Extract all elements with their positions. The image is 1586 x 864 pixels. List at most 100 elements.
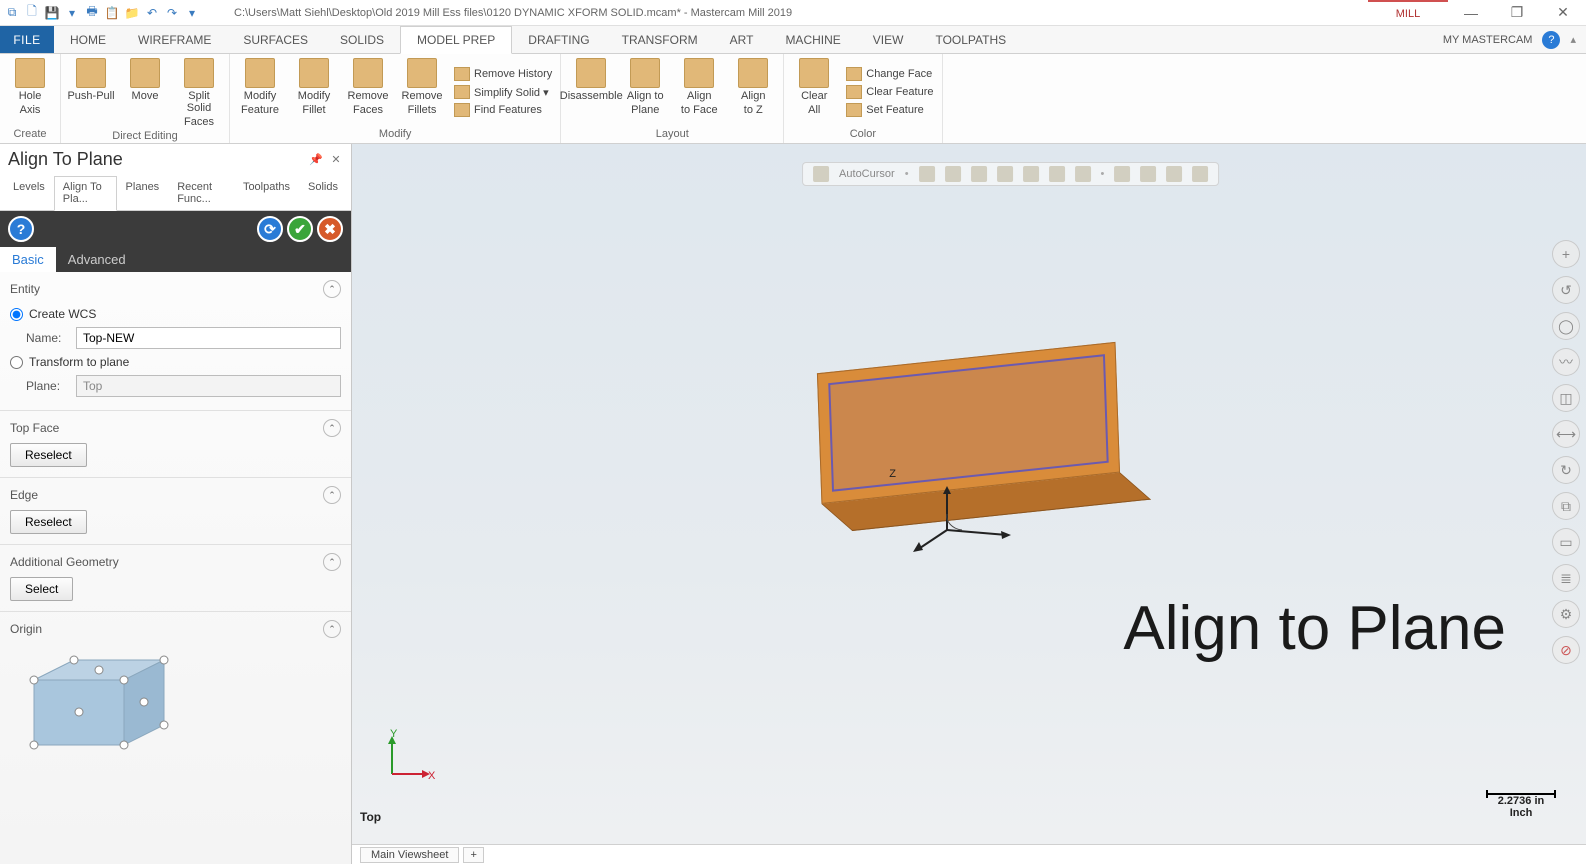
tab-art[interactable]: ART [714,26,770,53]
minimize-button[interactable]: — [1448,0,1494,26]
remove-faces-button[interactable]: RemoveFaces [344,58,392,126]
panel-help-button[interactable]: ? [8,216,34,242]
gear-icon[interactable]: ⚙ [1552,600,1580,628]
panel-tab-toolpaths[interactable]: Toolpaths [234,176,299,210]
change-face-button[interactable]: Change Face [844,66,935,82]
origin-picker[interactable] [14,650,174,760]
set-feature-button[interactable]: Set Feature [844,102,935,118]
transform-to-plane-radio[interactable] [10,356,23,369]
cursor-icon[interactable] [813,166,829,182]
hole-axis-button[interactable]: HoleAxis [6,58,54,126]
disassemble-button[interactable]: Disassemble [567,58,615,126]
new-icon[interactable]: 🗋 [24,5,40,21]
simplify-solid-button[interactable]: Simplify Solid ▾ [452,84,554,100]
select-tool-icon[interactable] [971,166,987,182]
align-to-plane-button[interactable]: Align toPlane [621,58,669,126]
select-tool-icon[interactable] [1192,166,1208,182]
tab-wireframe[interactable]: WIREFRAME [122,26,227,53]
panel-apply-button[interactable]: ⟳ [257,216,283,242]
delete-icon[interactable]: ⊘ [1552,636,1580,664]
tab-toolpaths[interactable]: TOOLPATHS [919,26,1022,53]
edge-reselect-button[interactable]: Reselect [10,510,87,534]
context-tab-mill[interactable]: MILL [1368,0,1448,25]
copy-icon[interactable]: ⧉ [1552,492,1580,520]
select-tool-icon[interactable] [945,166,961,182]
collapse-icon[interactable]: ⌃ [323,280,341,298]
file-tab[interactable]: FILE [0,26,54,53]
collapse-icon[interactable]: ⌃ [323,419,341,437]
panel-close-icon[interactable]: ✕ [329,153,343,167]
undo-icon[interactable]: ↶ [144,5,160,21]
qa-dropdown-icon[interactable]: ▾ [184,5,200,21]
zoom-in-icon[interactable]: + [1552,240,1580,268]
tab-home[interactable]: HOME [54,26,122,53]
select-tool-icon[interactable] [919,166,935,182]
wcs-name-input[interactable] [76,327,341,349]
panel-tab-levels[interactable]: Levels [4,176,54,210]
panel-cancel-button[interactable]: ✖ [317,216,343,242]
save-icon[interactable]: 💾 [44,5,60,21]
mode-tab-basic[interactable]: Basic [0,247,56,272]
move-button[interactable]: Move [121,58,169,128]
tab-view[interactable]: VIEW [857,26,920,53]
tab-surfaces[interactable]: SURFACES [227,26,324,53]
collapse-icon[interactable]: ⌃ [323,553,341,571]
align-to-face-button[interactable]: Alignto Face [675,58,723,126]
clear-all-button[interactable]: ClearAll [790,58,838,126]
clear-feature-button[interactable]: Clear Feature [844,84,935,100]
cube-tool-icon[interactable]: ◫ [1552,384,1580,412]
redo-view-icon[interactable]: ↻ [1552,456,1580,484]
remove-history-button[interactable]: Remove History [452,66,554,82]
additional-geometry-select-button[interactable]: Select [10,577,73,601]
select-tool-icon[interactable] [1023,166,1039,182]
redo-icon[interactable]: ↷ [164,5,180,21]
select-tool-icon[interactable] [1049,166,1065,182]
ribbon-collapse-icon[interactable]: ▴ [1570,33,1576,46]
panel-tab-align-to-plane[interactable]: Align To Pla... [54,176,117,211]
create-wcs-radio[interactable] [10,308,23,321]
panel-ok-button[interactable]: ✔ [287,216,313,242]
tab-transform[interactable]: TRANSFORM [606,26,714,53]
help-icon[interactable]: ? [1542,31,1560,49]
box-icon[interactable]: ▭ [1552,528,1580,556]
push-pull-button[interactable]: Push-Pull [67,58,115,128]
layers-icon[interactable]: ≣ [1552,564,1580,592]
measure-icon[interactable]: ⟷ [1552,420,1580,448]
my-mastercam-link[interactable]: MY MASTERCAM [1443,34,1533,46]
maximize-button[interactable]: ❐ [1494,0,1540,26]
curve-tool-icon[interactable]: 〰 [1552,348,1580,376]
folder-icon[interactable]: 📁 [124,5,140,21]
collapse-icon[interactable]: ⌃ [323,486,341,504]
select-tool-icon[interactable] [1075,166,1091,182]
tab-drafting[interactable]: DRAFTING [512,26,605,53]
remove-fillets-button[interactable]: RemoveFillets [398,58,446,126]
close-button[interactable]: ✕ [1540,0,1586,26]
split-solid-faces-button[interactable]: Split SolidFaces [175,58,223,128]
viewsheet-tab-main[interactable]: Main Viewsheet [360,847,459,863]
tab-solids[interactable]: SOLIDS [324,26,400,53]
paste-icon[interactable]: 📋 [104,5,120,21]
panel-tab-solids[interactable]: Solids [299,176,347,210]
top-face-reselect-button[interactable]: Reselect [10,443,87,467]
mode-tab-advanced[interactable]: Advanced [56,247,138,272]
pin-icon[interactable]: 📌 [309,153,323,167]
panel-tab-recent[interactable]: Recent Func... [168,176,234,210]
undo-view-icon[interactable]: ↺ [1552,276,1580,304]
panel-tab-planes[interactable]: Planes [117,176,169,210]
viewport-3d[interactable]: AutoCursor • • + ↺ ◯ 〰 ◫ [352,144,1586,844]
save-dropdown-icon[interactable]: ▾ [64,5,80,21]
find-features-button[interactable]: Find Features [452,102,554,118]
select-tool-icon[interactable] [997,166,1013,182]
print-icon[interactable]: 🖶 [84,5,100,21]
viewsheet-add-button[interactable]: + [463,847,483,863]
select-tool-icon[interactable] [1140,166,1156,182]
align-to-z-button[interactable]: Alignto Z [729,58,777,126]
select-tool-icon[interactable] [1114,166,1130,182]
modify-feature-button[interactable]: ModifyFeature [236,58,284,126]
collapse-icon[interactable]: ⌃ [323,620,341,638]
selection-toolbar[interactable]: AutoCursor • • [802,162,1219,186]
modify-fillet-button[interactable]: ModifyFillet [290,58,338,126]
tab-machine[interactable]: MACHINE [769,26,856,53]
circle-tool-icon[interactable]: ◯ [1552,312,1580,340]
select-tool-icon[interactable] [1166,166,1182,182]
